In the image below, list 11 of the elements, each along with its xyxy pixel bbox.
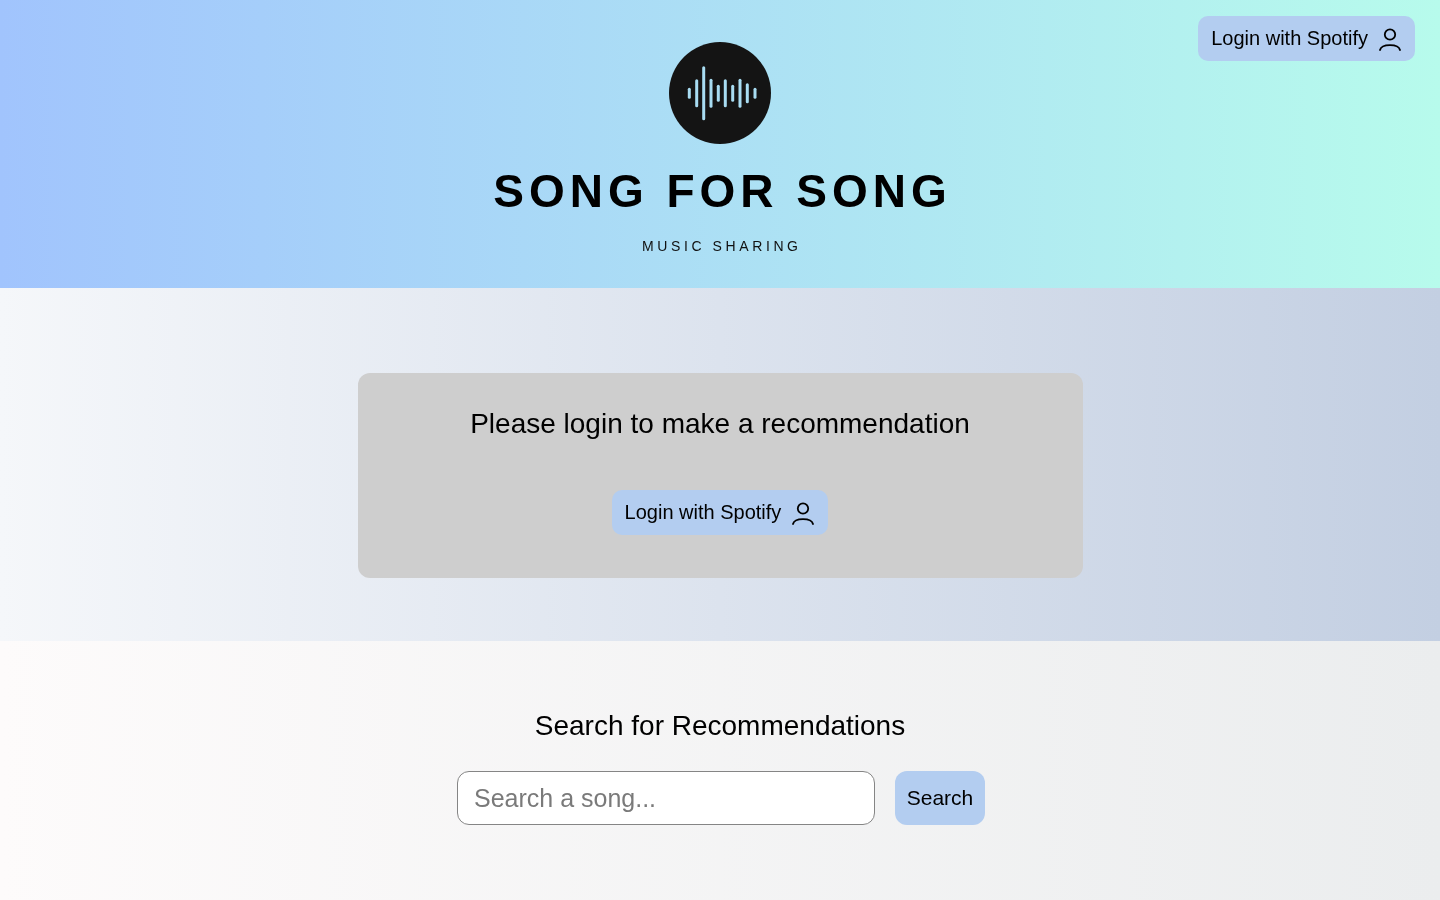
logo-subtitle: MUSIC SHARING — [641, 238, 802, 254]
logo-title: SONG FOR SONG — [492, 166, 952, 216]
login-message: Please login to make a recommendation — [470, 407, 970, 441]
search-heading: Search for Recommendations — [534, 709, 906, 743]
search-field[interactable]: Search a song... — [457, 771, 875, 825]
login-button[interactable]: Login with Spotify — [1198, 16, 1415, 61]
user-icon — [1378, 26, 1402, 51]
search-button[interactable]: Search — [895, 771, 985, 825]
waveform-logo-icon — [669, 42, 771, 144]
login-button[interactable]: Login with Spotify — [611, 490, 829, 535]
user-icon — [791, 500, 816, 525]
